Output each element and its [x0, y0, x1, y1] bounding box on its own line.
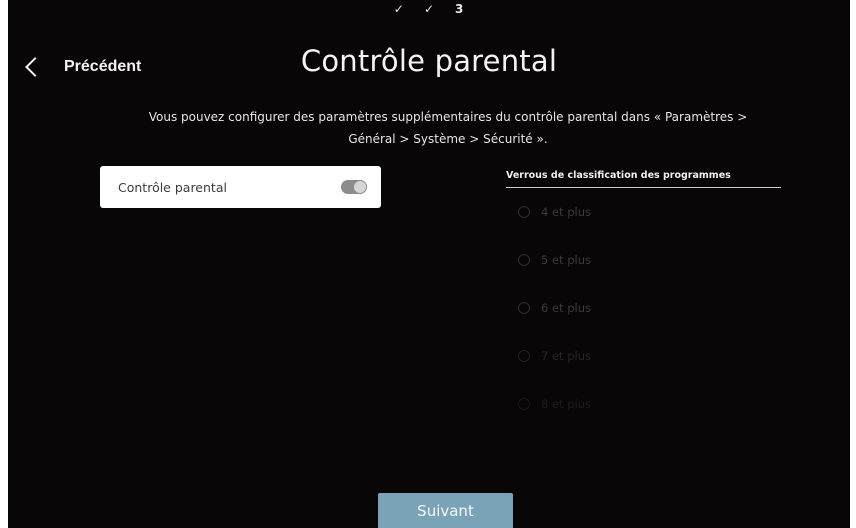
toggle-knob [354, 181, 366, 193]
step-indicator: ✓ ✓ 3 [8, 2, 850, 26]
setup-screen: ✓ ✓ 3 Précédent Contrôle parental Vous p… [8, 0, 850, 528]
step-3-current: 3 [455, 2, 464, 16]
radio-icon [518, 350, 530, 362]
rating-option-5[interactable]: 5 et plus [506, 236, 781, 284]
next-button[interactable]: Suivant [378, 493, 513, 528]
rating-option-7[interactable]: 7 et plus [506, 332, 781, 380]
rating-lock-panel: Verrous de classification des programmes… [506, 170, 781, 428]
rating-option-8[interactable]: 8 et plus [506, 380, 781, 428]
radio-icon [518, 302, 530, 314]
step-1-done: ✓ [393, 2, 404, 16]
rating-option-label: 5 et plus [541, 253, 591, 267]
radio-icon [518, 206, 530, 218]
rating-options: 4 et plus 5 et plus 6 et plus 7 et plus … [506, 188, 781, 428]
radio-icon [518, 398, 530, 410]
rating-option-4[interactable]: 4 et plus [506, 188, 781, 236]
rating-lock-header: Verrous de classification des programmes [506, 170, 781, 188]
parental-control-label: Contrôle parental [118, 179, 227, 195]
page-title: Contrôle parental [300, 44, 558, 78]
rating-option-label: 6 et plus [541, 301, 591, 315]
step-2-done: ✓ [423, 2, 435, 16]
rating-option-label: 4 et plus [541, 205, 591, 219]
rating-option-6[interactable]: 6 et plus [506, 284, 781, 332]
rating-option-label: 7 et plus [541, 349, 591, 363]
rating-option-label: 8 et plus [541, 397, 591, 411]
description-line-2: Général > Système > Sécurité ». [348, 132, 548, 146]
radio-icon [518, 254, 530, 266]
toggle-switch[interactable] [341, 180, 367, 194]
description-line-1: Vous pouvez configurer des paramètres su… [148, 110, 748, 124]
parental-control-toggle[interactable]: Contrôle parental [100, 166, 381, 208]
description: Vous pouvez configurer des paramètres su… [78, 106, 818, 150]
